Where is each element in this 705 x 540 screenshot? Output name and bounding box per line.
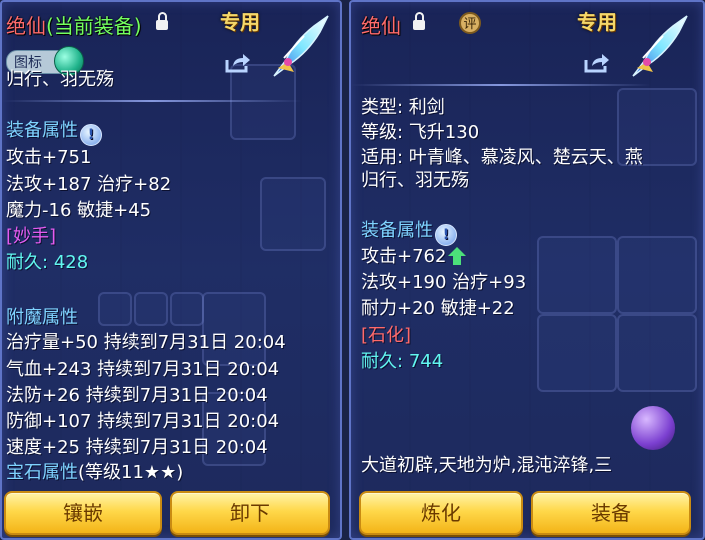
suitable-line1: 适用: 叶青峰、慕凌风、楚云天、燕 [361, 147, 643, 168]
divider [2, 100, 302, 102]
section-enchant: 附魔属性 [6, 307, 78, 328]
rating-badge[interactable]: 评 [459, 12, 481, 34]
suitable-line2: 归行、羽无殇 [361, 170, 469, 191]
remove-button[interactable]: 卸下 [170, 491, 330, 535]
background-slot [98, 292, 132, 326]
enchant-line: 防御+107 持续到7月31日 20:04 [6, 411, 280, 432]
share-icon[interactable] [583, 52, 611, 74]
durability-value: 744 [408, 351, 444, 372]
enchant-line: 速度+25 持续到7月31日 20:04 [6, 437, 268, 458]
gem-level: (等级11★★) [78, 462, 184, 483]
background-slot [537, 314, 617, 392]
refine-button[interactable]: 炼化 [359, 491, 523, 535]
enchant-line: 法防+26 持续到7月31日 20:04 [6, 385, 268, 406]
attr-stamina-agility: 耐力+20 敏捷+22 [361, 298, 515, 319]
background-slot [617, 314, 697, 392]
compare-equipment-panel: 绝仙 评 专用 类型: 利剑 等级: 飞升130 适用: 叶青峰、慕凌风、楚云天… [349, 0, 705, 540]
background-slot [617, 236, 697, 314]
equipped-tag: (当前装备) [46, 14, 142, 38]
durability: 耐久: 744 [361, 351, 444, 372]
exclusive-label: 专用 [577, 10, 617, 34]
background-slot [202, 292, 266, 366]
enchant-line: 治疗量+50 持续到7月31日 20:04 [6, 332, 286, 353]
item-name: 绝仙(当前装备) [6, 14, 142, 38]
info-icon[interactable]: ! [80, 124, 102, 146]
attr-mana-agility: 魔力-16 敏捷+45 [6, 200, 152, 221]
feather-sword-icon [273, 15, 329, 77]
attr-attack: 攻击+751 [6, 147, 92, 168]
attr-attack: 攻击+762 [361, 246, 467, 268]
background-slot [170, 292, 204, 326]
description: 大道初辟,天地为炉,混沌淬锋,三 [361, 455, 613, 476]
enchant-line: 气血+243 持续到7月31日 20:04 [6, 359, 280, 380]
durability: 耐久: 428 [6, 252, 89, 273]
background-slot [537, 236, 617, 314]
item-level: 等级: 飞升130 [361, 122, 480, 143]
up-arrow-icon [448, 247, 467, 265]
gem-attributes: 宝石属性(等级11★★) [6, 462, 184, 483]
info-icon[interactable]: ! [435, 224, 457, 246]
share-icon[interactable] [224, 52, 252, 74]
lock-open-icon[interactable] [413, 12, 425, 30]
background-slot [260, 177, 326, 251]
lock-open-icon[interactable] [156, 12, 168, 30]
item-name: 绝仙 [361, 14, 401, 38]
durability-value: 428 [53, 252, 89, 273]
special-skill: [妙手] [6, 226, 57, 247]
current-equipment-panel: 绝仙(当前装备) 专用 图标 归行、羽无殇 装备属性! 攻击+751 法攻+18… [0, 0, 342, 540]
exclusive-label: 专用 [220, 10, 260, 34]
attr-magic-heal: 法攻+187 治疗+82 [6, 174, 172, 195]
feather-sword-icon [632, 15, 688, 77]
item-type: 类型: 利剑 [361, 97, 445, 118]
section-attributes: 装备属性! [6, 120, 102, 146]
section-attributes: 装备属性! [361, 220, 457, 246]
inlay-button[interactable]: 镶嵌 [4, 491, 162, 535]
special-effect: [石化] [361, 325, 412, 346]
background-slot [134, 292, 168, 326]
suitable-tail: 归行、羽无殇 [6, 69, 114, 90]
equip-button[interactable]: 装备 [531, 491, 691, 535]
attr-magic-heal: 法攻+190 治疗+93 [361, 272, 527, 293]
orb-icon [631, 406, 675, 450]
divider [351, 84, 651, 86]
